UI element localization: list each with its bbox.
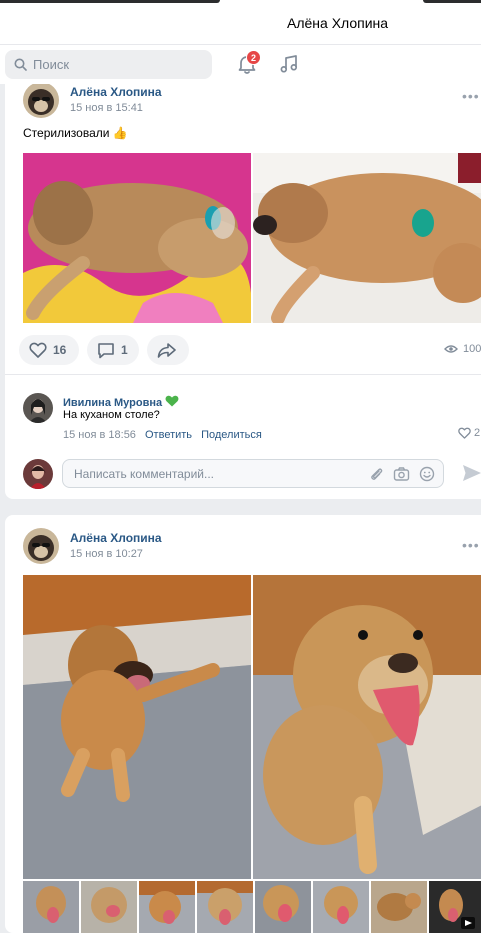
thumbnail-3[interactable] — [139, 881, 195, 933]
comments-divider — [5, 374, 481, 375]
views-counter: 100 — [444, 343, 481, 355]
thumbs-up-emoji: 👍 — [112, 126, 128, 140]
share-comment-link[interactable]: Поделиться — [201, 429, 262, 441]
comment-count: 1 — [121, 343, 128, 357]
post-photo-2[interactable] — [253, 153, 481, 323]
post-author[interactable]: Алёна Хлопина — [70, 85, 162, 99]
camera-icon[interactable] — [393, 466, 410, 482]
comment-input-box[interactable] — [62, 459, 444, 488]
comment-like-button[interactable]: 2 — [458, 427, 480, 439]
post-card: Алёна Хлопина 15 ноя в 10:27 ••• — [5, 515, 481, 933]
thumbnail-1[interactable] — [23, 881, 79, 933]
search-icon — [14, 58, 27, 71]
post-date[interactable]: 15 ноя в 10:27 — [70, 548, 143, 560]
like-button[interactable]: 16 — [19, 335, 79, 365]
window-edge-right — [423, 0, 481, 3]
send-icon[interactable] — [462, 464, 481, 482]
comment-date[interactable]: 15 ноя в 18:56 — [63, 429, 136, 441]
heart-icon — [29, 342, 47, 358]
author-avatar[interactable] — [23, 528, 59, 564]
window-edge-left — [0, 0, 220, 3]
music-icon[interactable] — [278, 53, 300, 75]
notification-badge: 2 — [246, 50, 261, 65]
comment-input[interactable] — [74, 460, 354, 487]
commenter-avatar[interactable] — [23, 393, 53, 423]
post-author[interactable]: Алёна Хлопина — [70, 531, 162, 545]
attach-icon[interactable] — [368, 466, 384, 482]
comment-author[interactable]: Ивилина Муровна — [63, 395, 179, 409]
like-count: 16 — [53, 343, 67, 357]
comment-input-tools — [368, 466, 435, 482]
more-options-icon[interactable]: ••• — [462, 88, 480, 104]
green-heart-icon — [165, 395, 179, 407]
comment-text: На куханом столе? — [63, 409, 160, 421]
heart-icon — [458, 427, 471, 439]
thumbnail-5[interactable] — [255, 881, 311, 933]
thumbnail-6[interactable] — [313, 881, 369, 933]
comment-like-count: 2 — [474, 427, 481, 439]
thumbnail-2[interactable] — [81, 881, 137, 933]
search-box[interactable] — [5, 50, 212, 79]
views-count: 100 — [463, 343, 481, 355]
more-options-icon[interactable]: ••• — [462, 537, 480, 553]
share-button[interactable] — [147, 335, 189, 365]
my-avatar[interactable] — [23, 459, 53, 489]
search-input[interactable] — [33, 50, 203, 79]
comment-icon — [98, 342, 114, 358]
reply-link[interactable]: Ответить — [145, 429, 192, 441]
smile-icon[interactable] — [419, 466, 435, 482]
page-title: Алёна Хлопина — [287, 15, 389, 31]
author-avatar[interactable] — [23, 84, 59, 118]
post-photo-2[interactable] — [253, 575, 481, 879]
post-photo-1[interactable] — [23, 153, 251, 323]
eye-icon — [444, 345, 458, 353]
post-photo-1[interactable] — [23, 575, 251, 879]
header-bar: 2 — [0, 44, 481, 84]
thumbnail-7[interactable] — [371, 881, 427, 933]
post-text: Стерилизовали 👍 — [23, 126, 128, 140]
thumbnail-8-video[interactable] — [429, 881, 481, 933]
post-date[interactable]: 15 ноя в 15:41 — [70, 102, 143, 114]
comment-button[interactable]: 1 — [87, 335, 139, 365]
top-strip: Алёна Хлопина — [0, 0, 481, 44]
post-card: Алёна Хлопина 15 ноя в 15:41 ••• Стерили… — [5, 84, 481, 499]
share-icon — [157, 343, 176, 358]
comment-meta: 15 ноя в 18:56 Ответить Поделиться — [63, 429, 262, 441]
thumbnail-4[interactable] — [197, 881, 253, 933]
